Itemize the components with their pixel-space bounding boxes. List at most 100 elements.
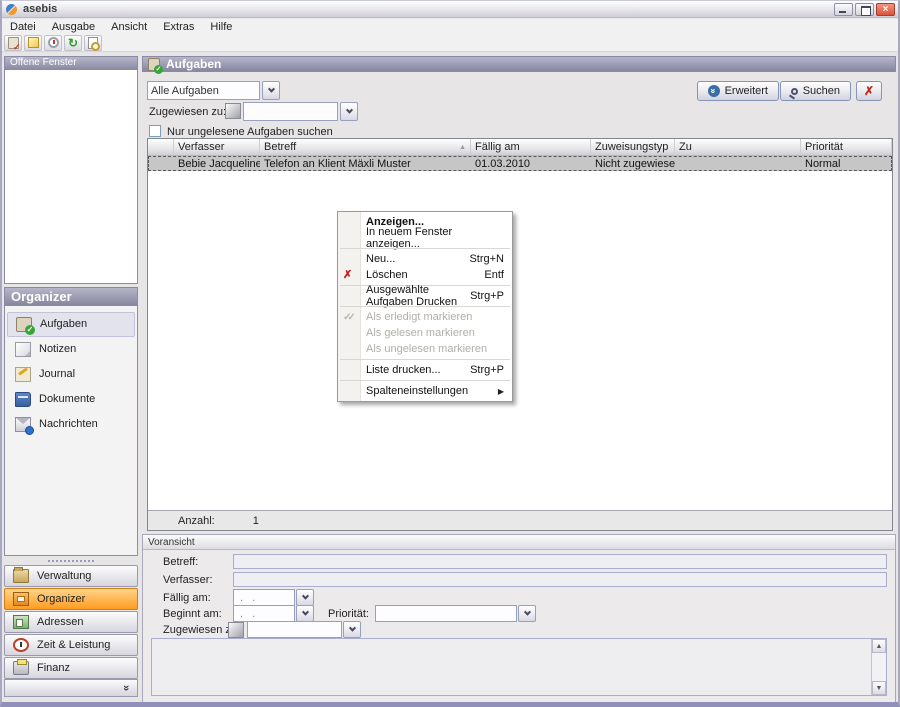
menu-item-als-ungelesen: Als ungelesen markieren — [338, 341, 512, 357]
assigned-picker-button[interactable] — [225, 103, 241, 119]
col-faellig-am[interactable]: Fällig am — [471, 139, 591, 156]
search-button[interactable]: Suchen — [780, 81, 851, 101]
chevron-down-icon[interactable] — [518, 605, 536, 622]
menu-ansicht[interactable]: Ansicht — [103, 19, 155, 34]
prioritaet-value[interactable] — [375, 605, 517, 622]
menu-datei[interactable]: Datei — [2, 19, 44, 34]
menu-hilfe[interactable]: Hilfe — [202, 19, 240, 34]
sidebar-item-journal[interactable]: Journal — [7, 362, 135, 387]
print-preview-icon — [88, 37, 98, 49]
nav-verwaltung[interactable]: Verwaltung — [4, 565, 138, 587]
minimize-button[interactable] — [834, 3, 853, 16]
beginnt-am-value[interactable] — [233, 605, 295, 622]
print-preview-button[interactable] — [84, 35, 102, 51]
table-header-row: Verfasser Betreff ▲ Fällig am Zuweisungs… — [148, 139, 892, 156]
menu-item-spalteneinstellungen[interactable]: Spalteneinstellungen ▶ — [338, 383, 512, 399]
chevron-down-icon[interactable] — [262, 81, 280, 100]
menu-item-loeschen[interactable]: ✗ Löschen Entf — [338, 267, 512, 283]
sidebar-item-nachrichten[interactable]: Nachrichten — [7, 412, 135, 437]
open-windows-header: Offene Fenster — [4, 56, 138, 70]
advanced-button[interactable]: » Erweitert — [697, 81, 779, 101]
menu-extras[interactable]: Extras — [155, 19, 202, 34]
unread-only-checkbox[interactable] — [149, 125, 161, 137]
scrollbar[interactable]: ▲ ▼ — [871, 639, 886, 695]
count-label: Anzahl: — [148, 515, 215, 527]
chevron-down-icon[interactable] — [296, 589, 314, 606]
new-note-button[interactable] — [24, 35, 42, 51]
title-bar: asebis × — [2, 1, 898, 18]
sidebar-item-notizen[interactable]: Notizen — [7, 337, 135, 362]
verfasser-field[interactable] — [233, 572, 887, 587]
table-row[interactable]: Bebie Jacqueline Telefon an Klient Mäxli… — [148, 156, 892, 171]
cell-zuweisungstyp: Nicht zugewiesen — [591, 156, 675, 171]
zugewiesen-zu-dropdown[interactable] — [247, 621, 361, 638]
main-panel: ✓ Aufgaben » Erweitert Suchen ✗ Zugewies… — [142, 56, 896, 697]
prioritaet-dropdown[interactable] — [375, 605, 536, 622]
splitter-grip[interactable] — [4, 556, 138, 565]
assigned-picker-button[interactable] — [228, 622, 244, 638]
sidebar-item-aufgaben[interactable]: ✓ Aufgaben — [7, 312, 135, 337]
betreff-label: Betreff: — [163, 556, 198, 568]
zugewiesen-zu-value[interactable] — [247, 621, 342, 638]
cell-verfasser: Bebie Jacqueline — [174, 156, 260, 171]
open-windows-panel — [4, 70, 138, 284]
betreff-field[interactable] — [233, 554, 887, 569]
address-card-icon — [13, 615, 29, 629]
menu-ausgabe[interactable]: Ausgabe — [44, 19, 103, 34]
journal-button[interactable] — [44, 35, 62, 51]
chevron-down-icon[interactable] — [340, 102, 358, 121]
clear-filter-icon: ✗ — [864, 84, 874, 98]
nav-organizer[interactable]: Organizer — [4, 588, 138, 610]
notes-icon — [15, 342, 31, 357]
col-zuweisungstyp[interactable]: Zuweisungstyp — [591, 139, 675, 156]
task-filter-dropdown[interactable] — [147, 81, 280, 100]
scroll-up-icon[interactable]: ▲ — [872, 639, 886, 653]
nav-finanz[interactable]: Finanz — [4, 657, 138, 679]
search-icon — [791, 88, 798, 95]
menu-item-ausgewaehlte-drucken[interactable]: Ausgewählte Aufgaben Drucken Strg+P — [338, 288, 512, 304]
menu-item-neu[interactable]: Neu... Strg+N — [338, 251, 512, 267]
col-prioritaet[interactable]: Priorität — [801, 139, 892, 156]
refresh-icon: ↻ — [68, 37, 78, 49]
refresh-button[interactable]: ↻ — [64, 35, 82, 51]
chevron-double-icon: » — [120, 685, 132, 691]
col-icon[interactable] — [148, 139, 174, 156]
menu-bar: Datei Ausgabe Ansicht Extras Hilfe — [2, 19, 898, 34]
notes-textarea[interactable]: ▲ ▼ — [151, 638, 887, 696]
scroll-down-icon[interactable]: ▼ — [872, 681, 886, 695]
sidebar-item-label: Nachrichten — [39, 418, 98, 430]
restore-button[interactable] — [855, 3, 874, 16]
nav-collapse-button[interactable]: » — [4, 679, 138, 697]
sidebar-item-dokumente[interactable]: Dokumente — [7, 387, 135, 412]
close-button[interactable]: × — [876, 3, 895, 16]
col-zu[interactable]: Zu — [675, 139, 801, 156]
task-filter-value[interactable] — [147, 81, 260, 100]
nav-adressen[interactable]: Adressen — [4, 611, 138, 633]
module-nav: Verwaltung Organizer Adressen Zeit & Lei… — [4, 565, 138, 679]
menu-item-liste-drucken[interactable]: Liste drucken... Strg+P — [338, 362, 512, 378]
printer-icon — [13, 661, 29, 675]
chevron-down-icon[interactable] — [343, 621, 361, 638]
col-verfasser[interactable]: Verfasser — [174, 139, 260, 156]
menu-separator — [340, 359, 510, 360]
sidebar: Offene Fenster Organizer ✓ Aufgaben Noti… — [4, 56, 138, 697]
chevron-down-icon[interactable] — [296, 605, 314, 622]
delete-icon: ✗ — [343, 270, 352, 281]
col-betreff[interactable]: Betreff ▲ — [260, 139, 471, 156]
nav-zeit-leistung[interactable]: Zeit & Leistung — [4, 634, 138, 656]
menu-separator — [340, 306, 510, 307]
app-logo-icon — [6, 4, 17, 15]
assigned-value[interactable] — [243, 102, 338, 121]
new-task-button[interactable]: ✓ — [4, 35, 22, 51]
assigned-dropdown[interactable] — [243, 102, 358, 121]
menu-separator — [340, 380, 510, 381]
tasks-icon: ✓ — [16, 317, 32, 332]
menu-item-in-neuem-fenster[interactable]: In neuem Fenster anzeigen... — [338, 230, 512, 246]
faellig-am-label: Fällig am: — [163, 592, 211, 604]
clear-filter-button[interactable]: ✗ — [856, 81, 882, 101]
organizer-list: ✓ Aufgaben Notizen Journal Dokumente — [4, 306, 138, 557]
faellig-am-value[interactable] — [233, 589, 295, 606]
faellig-am-date-dropdown[interactable] — [233, 589, 314, 606]
beginnt-am-date-dropdown[interactable] — [233, 605, 314, 622]
window-title: asebis — [23, 3, 57, 15]
